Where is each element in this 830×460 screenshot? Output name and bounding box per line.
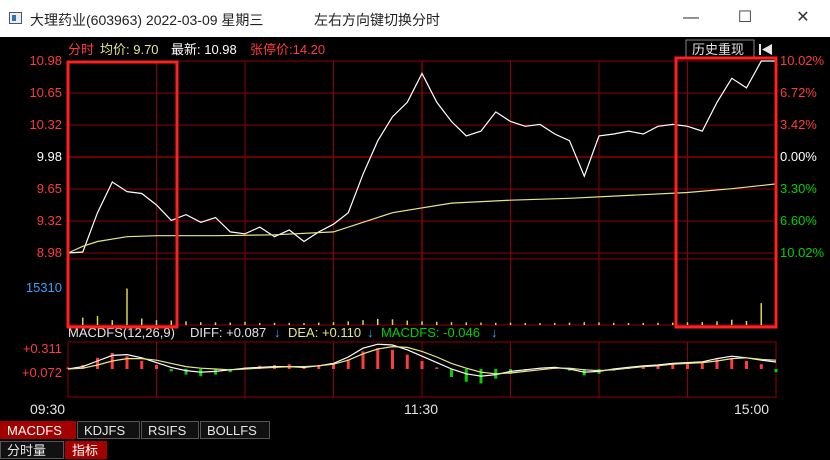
highlight-box-open: [66, 60, 179, 329]
header-avg-price: 均价: 9.70: [100, 42, 159, 57]
header-latest-price: 最新: 10.98: [171, 42, 237, 57]
tab-rsifs[interactable]: RSIFS: [141, 421, 199, 439]
indicator-diff: DIFF: +0.087: [190, 325, 266, 340]
window-hint: 左右方向键切换分时: [314, 12, 440, 28]
macd-tick-label: +0.072: [22, 365, 62, 380]
app-icon: [9, 12, 22, 24]
pct-tick-label: 6.72%: [780, 85, 817, 100]
price-tick-label: 10.32: [29, 117, 62, 132]
price-tick-label: 10.98: [29, 53, 62, 68]
indicator-dea: DEA: +0.110: [288, 325, 361, 340]
pct-tick-label: 0.00%: [780, 149, 817, 164]
price-tick-label: 10.65: [29, 85, 62, 100]
pct-tick-label: 10.02%: [780, 53, 825, 68]
volume-label: 15310: [26, 280, 62, 295]
intraday-chart[interactable]: 10.98 10.02% 10.65 6.72% 10.32 3.42% 9.98 0.00%…: [0, 37, 830, 420]
time-tick-label: 11:30: [404, 401, 438, 417]
price-tick-label: 9.32: [37, 213, 62, 228]
indicator-diff-arrow: ↓: [274, 325, 281, 340]
indicator-dea-arrow: ↓: [367, 325, 374, 340]
tab-volume[interactable]: 分时量: [0, 441, 64, 459]
title-bar: 大理药业(603963) 2022-03-09 星期三 左右方向键切换分时 — …: [0, 0, 830, 37]
indicator-macd: MACDFS: -0.046: [381, 325, 480, 340]
tab-macdfs[interactable]: MACDFS: [0, 421, 76, 439]
chart-area[interactable]: 10.98 10.02% 10.65 6.72% 10.32 3.42% 9.98 0.00%…: [0, 37, 830, 420]
price-tick-label: 9.98: [37, 149, 62, 164]
pct-tick-label: 10.02%: [780, 245, 825, 260]
history-replay-label: 历史重现: [692, 42, 744, 57]
tab-indicator[interactable]: 指标: [65, 441, 107, 459]
close-button[interactable]: ✕: [788, 6, 818, 30]
macd-tick-label: +0.311: [23, 341, 62, 356]
header-limit-price: 张停价:14.20: [250, 42, 325, 57]
header-fenshi-label: 分时: [68, 42, 94, 57]
pct-tick-label: 3.42%: [780, 117, 817, 132]
minimize-button[interactable]: —: [676, 6, 706, 30]
indicator-macd-arrow: ↓: [491, 325, 498, 340]
pct-tick-label: 3.30%: [780, 181, 817, 196]
price-tick-label: 9.65: [37, 181, 62, 196]
bottom-tabs: MACDFS KDJFS RSIFS BOLLFS 分时量 指标: [0, 420, 830, 460]
time-tick-label: 09:30: [30, 401, 65, 417]
price-tick-label: 8.98: [37, 245, 62, 260]
time-tick-label: 15:00: [734, 401, 769, 417]
maximize-button[interactable]: ☐: [730, 6, 760, 30]
window-title: 大理药业(603963) 2022-03-09 星期三: [30, 12, 264, 28]
skip-to-start-icon[interactable]: [759, 44, 772, 55]
pct-tick-label: 6.60%: [780, 213, 817, 228]
tab-kdjfs[interactable]: KDJFS: [77, 421, 140, 439]
tab-bollfs[interactable]: BOLLFS: [200, 421, 270, 439]
chart-grid: [67, 60, 777, 398]
